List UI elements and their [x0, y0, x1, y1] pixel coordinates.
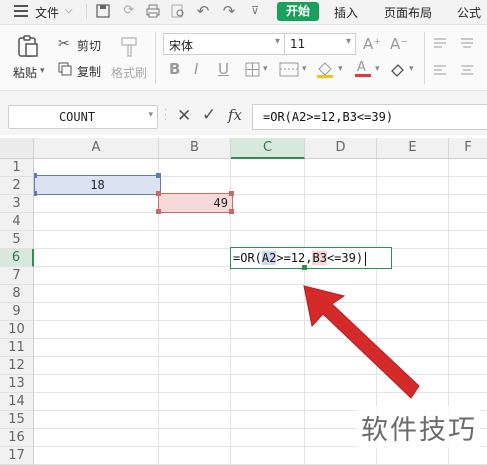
row-header-5[interactable]: 5	[0, 231, 34, 249]
row-header-9[interactable]: 9	[0, 303, 34, 321]
watermark: 软件技巧	[357, 406, 481, 449]
arrow-shape	[303, 285, 420, 399]
row-header-16[interactable]: 16	[0, 429, 34, 447]
row-header-4[interactable]: 4	[0, 213, 34, 231]
row-header-1[interactable]: 1	[0, 159, 34, 177]
red-arrow-annotation	[303, 285, 420, 399]
row-header-17[interactable]: 17	[0, 447, 34, 465]
row-header-3[interactable]: 3	[0, 195, 34, 213]
row-header-14[interactable]: 14	[0, 393, 34, 411]
row-header-8[interactable]: 8	[0, 285, 34, 303]
row-header-6[interactable]: 6	[0, 249, 34, 267]
row-header-12[interactable]: 12	[0, 357, 34, 375]
row-header-13[interactable]: 13	[0, 375, 34, 393]
row-header-2[interactable]: 2	[0, 177, 34, 195]
row-header-15[interactable]: 15	[0, 411, 34, 429]
row-header-10[interactable]: 10	[0, 321, 34, 339]
row-header-7[interactable]: 7	[0, 267, 34, 285]
row-header-11[interactable]: 11	[0, 339, 34, 357]
